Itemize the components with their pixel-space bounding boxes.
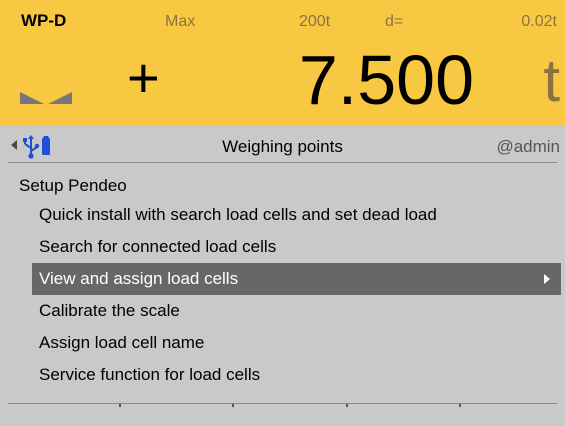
menu-item-label: View and assign load cells <box>39 269 239 288</box>
page-title: Weighing points <box>222 137 343 156</box>
menu-item-label: Assign load cell name <box>39 333 205 352</box>
submenu-arrow-icon <box>544 274 550 284</box>
max-label: Max <box>165 13 196 30</box>
softkey-2[interactable] <box>121 404 234 425</box>
title-divider <box>8 162 557 163</box>
zero-center-right-icon <box>48 92 72 104</box>
scale-info-row: WP-D Max 200t d= 0.02t <box>0 0 565 34</box>
menu-item-view-assign-load-cells[interactable]: View and assign load cells <box>32 263 561 295</box>
title-bar: Weighing points @admin <box>0 127 565 165</box>
division-value: 0.02t <box>521 13 557 30</box>
softkey-divider <box>119 404 121 407</box>
zero-center-left-icon <box>20 92 44 104</box>
user-label: @admin <box>496 137 560 156</box>
menu-item-service-function[interactable]: Service function for load cells <box>32 359 561 391</box>
menu-item-label: Search for connected load cells <box>39 237 277 256</box>
section-title: Setup Pendeo <box>19 176 127 195</box>
weight-value: 7.500 <box>298 41 474 119</box>
max-capacity: 200t <box>299 13 331 30</box>
scale-name: WP-D <box>21 11 67 30</box>
menu-item-assign-load-cell-name[interactable]: Assign load cell name <box>32 327 561 359</box>
softkey-1[interactable] <box>8 404 121 425</box>
weight-display: WP-D Max 200t d= 0.02t + 7.500 t <box>0 0 565 126</box>
softkey-bar <box>8 403 557 426</box>
menu-item-calibrate-scale[interactable]: Calibrate the scale <box>32 295 561 327</box>
menu-item-label: Calibrate the scale <box>39 301 180 320</box>
division-label: d= <box>385 13 404 30</box>
softkey-3[interactable] <box>234 404 347 425</box>
softkey-5[interactable] <box>460 404 565 425</box>
softkey-4[interactable] <box>347 404 460 425</box>
menu-item-search-load-cells[interactable]: Search for connected load cells <box>32 231 561 263</box>
menu-item-quick-install[interactable]: Quick install with search load cells and… <box>32 199 561 231</box>
menu-item-label: Quick install with search load cells and… <box>39 205 437 224</box>
softkey-divider <box>459 404 461 407</box>
setup-menu: Quick install with search load cells and… <box>32 199 561 391</box>
softkey-divider <box>346 404 348 407</box>
menu-item-label: Service function for load cells <box>39 365 261 384</box>
softkey-divider <box>232 404 234 407</box>
weight-unit: t <box>543 47 560 114</box>
weight-sign: + <box>127 46 160 109</box>
